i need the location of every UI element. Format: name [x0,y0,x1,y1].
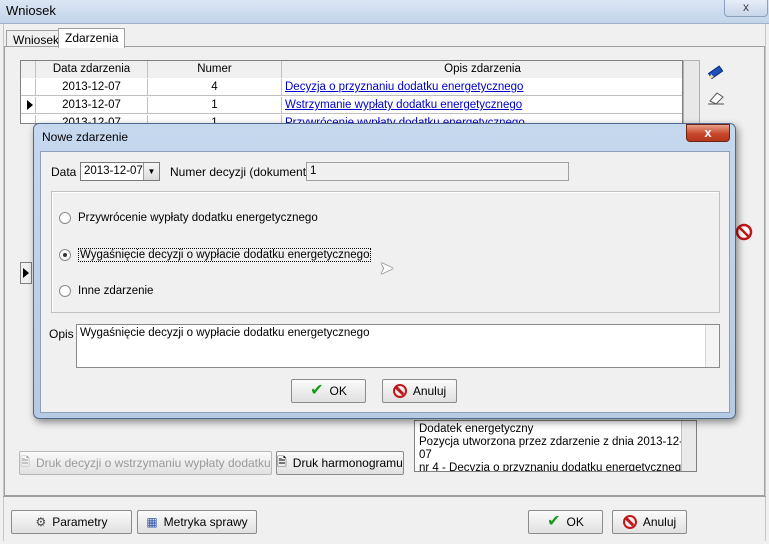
events-table: Data zdarzenia Numer Opis zdarzenia 2013… [20,60,683,124]
dialog-close-button[interactable]: x [686,124,730,142]
cell-description-link[interactable]: Decyzja o przyznaniu dodatku energetyczn… [282,79,682,96]
info-line: nr 4 - Decyzja o przyznaniu dodatku ener… [419,462,688,472]
radio-button[interactable] [59,285,71,297]
info-scrollbar[interactable] [681,421,696,471]
checkmark-icon: ✔ [310,382,324,399]
dialog-ok-button[interactable]: ✔ OK [291,379,366,403]
row-indicator-header [21,61,36,78]
description-textarea[interactable]: Wygaśnięcie decyzji o wypłacie dodatku e… [76,324,720,368]
cell-number: 4 [148,79,282,96]
close-icon: x [704,125,712,140]
case-metric-button[interactable]: ▦ Metryka sprawy [137,510,257,534]
date-picker[interactable]: 2013-12-07 ▼ [80,162,160,181]
current-row-arrow-icon [23,268,29,278]
document-icon: 🗎 [277,454,287,469]
chevron-down-icon[interactable]: ▼ [143,163,159,180]
footer-divider [3,496,766,497]
mouse-cursor-icon: ➤ [379,258,395,278]
window-close-button[interactable]: x [724,0,768,17]
radio-option-other[interactable]: Inne zdarzenie [59,285,153,297]
decision-number-field[interactable]: 1 [306,162,569,181]
cancel-label: Anuluj [642,515,677,529]
info-box: Dodatek energetyczny Pozycja utworzona p… [414,420,697,472]
table-header: Data zdarzenia Numer Opis zdarzenia [21,61,682,78]
current-row-arrow-icon [27,100,33,110]
cell-date: 2013-12-07 [36,79,148,96]
pencil-icon[interactable] [706,62,726,82]
row-indicator [21,97,36,114]
column-header-date[interactable]: Data zdarzenia [36,61,148,78]
gear-icon: ⚙ [35,515,47,529]
cancel-button[interactable]: Anuluj [612,510,687,534]
calendar-icon: ▦ [146,515,158,529]
row-indicator [21,115,36,123]
column-header-number[interactable]: Numer [148,61,282,78]
cell-date: 2013-12-07 [36,97,148,114]
document-icon: 🗎 [20,454,30,469]
table-scrollbar[interactable] [683,60,700,124]
cell-number: 1 [148,97,282,114]
row-indicator [20,262,32,284]
window-title-bar [0,0,769,24]
radio-label: Inne zdarzenie [78,285,154,297]
table-row[interactable]: 2013-12-07 1 Wstrzymanie wypłaty dodatku… [21,97,682,114]
row-indicator [21,79,36,96]
ok-label: OK [566,515,584,529]
info-line: Dodatek energetyczny [419,423,534,435]
table-row[interactable]: 2013-12-07 4 Decyzja o przyznaniu dodatk… [21,79,682,96]
radio-button[interactable] [59,212,71,224]
print-schedule-button[interactable]: 🗎 Druk harmonogramu [276,451,404,475]
dialog-title: Nowe zdarzenie [42,130,129,144]
parameters-button[interactable]: ⚙ Parametry [11,510,132,534]
tab-wniosek[interactable]: Wniosek [6,30,67,47]
column-header-description[interactable]: Opis zdarzenia [282,61,682,78]
print-suspension-decision-label: Druk decyzji o wstrzymaniu wypłaty dodat… [35,456,271,470]
cell-description-link[interactable]: Wstrzymanie wypłaty dodatku energetyczne… [282,97,682,114]
ok-button[interactable]: ✔ OK [528,510,603,534]
cancel-icon [622,515,637,529]
date-label: Data [51,165,77,179]
print-schedule-label: Druk harmonogramu [292,456,403,470]
parameters-label: Parametry [52,515,108,529]
close-icon: x [743,0,749,14]
description-label: Opis [49,327,74,341]
radio-label: Przywrócenie wypłaty dodatku energetyczn… [78,212,318,224]
info-line: Pozycja utworzona przez zdarzenie z dnia… [419,436,684,461]
radio-option-restore[interactable]: Przywrócenie wypłaty dodatku energetyczn… [59,212,318,224]
radio-label: Wygaśnięcie decyzji o wypłacie dodatku e… [78,248,372,262]
window-title: Wniosek [6,3,56,18]
dialog-ok-label: OK [329,384,347,398]
decision-number-label: Numer decyzji (dokumentu) [170,165,317,179]
description-value: Wygaśnięcie decyzji o wypłacie dodatku e… [80,327,370,339]
stop-icon[interactable] [734,222,754,242]
radio-option-expiry[interactable]: Wygaśnięcie decyzji o wypłacie dodatku e… [59,248,372,262]
cancel-icon [392,384,407,398]
eraser-icon[interactable] [706,88,726,108]
dialog-cancel-button[interactable]: Anuluj [382,379,457,403]
textarea-scrollbar[interactable] [705,325,719,367]
case-metric-label: Metryka sprawy [163,515,248,529]
tab-zdarzenia[interactable]: Zdarzenia [58,28,126,48]
checkmark-icon: ✔ [547,513,561,530]
date-value: 2013-12-07 [84,165,143,177]
dialog-cancel-label: Anuluj [412,384,447,398]
print-suspension-decision-button[interactable]: 🗎 Druk decyzji o wstrzymaniu wypłaty doda… [19,451,272,475]
radio-button[interactable] [59,249,71,261]
